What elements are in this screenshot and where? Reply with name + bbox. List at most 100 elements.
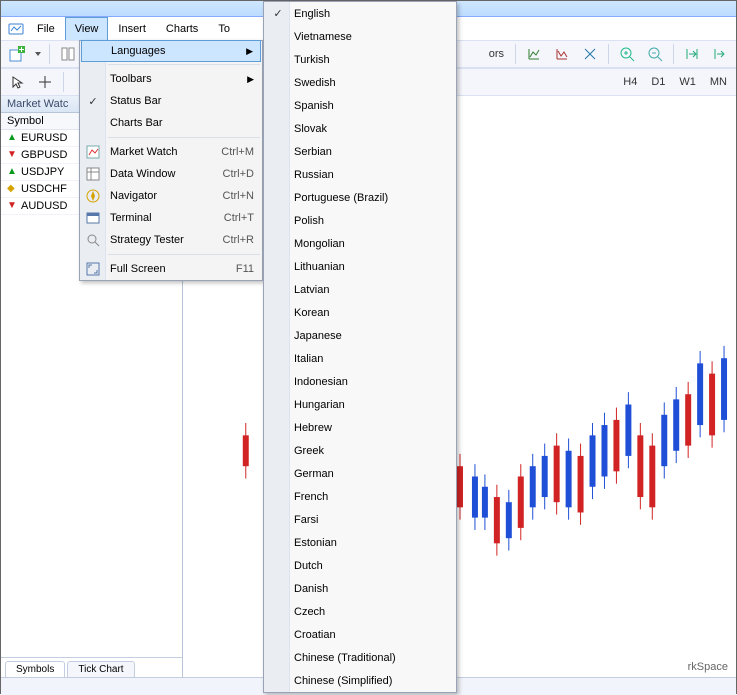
- languages-submenu: English Vietnamese Turkish Swedish Spanish Sl…: [263, 1, 457, 693]
- language-option[interactable]: Spanish: [264, 94, 456, 117]
- shift-end-button[interactable]: [680, 43, 704, 65]
- language-label: Spanish: [294, 100, 334, 112]
- menu-item-strategy-tester[interactable]: Strategy Tester Ctrl+R: [80, 229, 262, 251]
- language-label: Vietnamese: [294, 31, 352, 43]
- menu-item-label: Status Bar: [110, 95, 161, 107]
- zoom-out-button[interactable]: [643, 43, 667, 65]
- tab-symbols[interactable]: Symbols: [5, 661, 65, 677]
- language-option[interactable]: Polish: [264, 209, 456, 232]
- language-option[interactable]: Estonian: [264, 531, 456, 554]
- menu-shortcut: Ctrl+D: [223, 168, 254, 180]
- language-label: Portuguese (Brazil): [294, 192, 388, 204]
- new-chart-dropdown[interactable]: [33, 43, 43, 65]
- language-option[interactable]: Hungarian: [264, 393, 456, 416]
- arrow-down-icon: ▼: [7, 201, 17, 211]
- timeframe-d1[interactable]: D1: [646, 76, 670, 88]
- symbol-label: USDCHF: [21, 183, 67, 195]
- language-option[interactable]: Russian: [264, 163, 456, 186]
- language-option[interactable]: German: [264, 462, 456, 485]
- submenu-arrow-icon: ▶: [246, 46, 253, 57]
- menu-item-toolbars[interactable]: Toolbars ▶: [80, 68, 262, 90]
- full-screen-icon: [85, 261, 101, 277]
- symbol-label: GBPUSD: [21, 149, 67, 161]
- timeframe-w1[interactable]: W1: [674, 76, 701, 88]
- language-option[interactable]: Vietnamese: [264, 25, 456, 48]
- new-chart-button[interactable]: [5, 43, 29, 65]
- menu-charts[interactable]: Charts: [156, 17, 208, 40]
- toolbar-ors-label: ors: [484, 48, 509, 60]
- timeframe-mn[interactable]: MN: [705, 76, 732, 88]
- language-option[interactable]: Serbian: [264, 140, 456, 163]
- language-option[interactable]: Lithuanian: [264, 255, 456, 278]
- language-label: Korean: [294, 307, 329, 319]
- language-option[interactable]: Portuguese (Brazil): [264, 186, 456, 209]
- menu-item-charts-bar[interactable]: Charts Bar: [80, 112, 262, 134]
- menu-item-full-screen[interactable]: Full Screen F11: [80, 258, 262, 280]
- menu-item-label: Strategy Tester: [110, 234, 184, 246]
- zoom-in-button[interactable]: [615, 43, 639, 65]
- language-option[interactable]: Czech: [264, 600, 456, 623]
- workspace-label: rkSpace: [688, 661, 728, 673]
- language-option[interactable]: Farsi: [264, 508, 456, 531]
- menu-item-terminal[interactable]: Terminal Ctrl+T: [80, 207, 262, 229]
- menu-view[interactable]: View: [65, 17, 109, 40]
- menu-shortcut: Ctrl+R: [223, 234, 254, 246]
- menu-item-data-window[interactable]: Data Window Ctrl+D: [80, 163, 262, 185]
- language-option[interactable]: Chinese (Simplified): [264, 669, 456, 692]
- menu-item-market-watch[interactable]: Market Watch Ctrl+M: [80, 141, 262, 163]
- language-option[interactable]: Croatian: [264, 623, 456, 646]
- language-option[interactable]: Italian: [264, 347, 456, 370]
- language-option[interactable]: Danish: [264, 577, 456, 600]
- toolbar-separator: [49, 44, 50, 64]
- language-option[interactable]: Indonesian: [264, 370, 456, 393]
- language-label: Lithuanian: [294, 261, 345, 273]
- language-option[interactable]: Mongolian: [264, 232, 456, 255]
- toolbar-separator: [63, 72, 64, 92]
- menu-shortcut: Ctrl+T: [224, 212, 254, 224]
- language-option[interactable]: English: [264, 2, 456, 25]
- auto-scroll-button[interactable]: [708, 43, 732, 65]
- indicator-button-3[interactable]: [578, 43, 602, 65]
- language-option[interactable]: Hebrew: [264, 416, 456, 439]
- language-option[interactable]: Korean: [264, 301, 456, 324]
- menu-item-label: Terminal: [110, 212, 152, 224]
- language-option[interactable]: Japanese: [264, 324, 456, 347]
- check-icon: [85, 93, 101, 109]
- indicator-button-2[interactable]: [550, 43, 574, 65]
- menu-item-label: Market Watch: [110, 146, 177, 158]
- language-option[interactable]: French: [264, 485, 456, 508]
- crosshair-button[interactable]: [33, 71, 57, 93]
- strategy-tester-icon: [85, 232, 101, 248]
- cursor-button[interactable]: [5, 71, 29, 93]
- profiles-button[interactable]: [56, 43, 80, 65]
- language-label: Danish: [294, 583, 328, 595]
- menu-tools[interactable]: To: [208, 17, 240, 40]
- language-option[interactable]: Chinese (Traditional): [264, 646, 456, 669]
- menu-item-languages[interactable]: Languages ▶: [81, 40, 261, 62]
- timeframe-h4[interactable]: H4: [618, 76, 642, 88]
- menu-insert[interactable]: Insert: [108, 17, 156, 40]
- menu-item-label: Data Window: [110, 168, 175, 180]
- menu-item-label: Full Screen: [110, 263, 166, 275]
- language-option[interactable]: Swedish: [264, 71, 456, 94]
- tab-tick-chart[interactable]: Tick Chart: [67, 661, 134, 677]
- indicator-button-1[interactable]: [522, 43, 546, 65]
- menu-item-status-bar[interactable]: Status Bar: [80, 90, 262, 112]
- app-icon: [5, 17, 27, 40]
- language-label: French: [294, 491, 328, 503]
- menu-item-navigator[interactable]: Navigator Ctrl+N: [80, 185, 262, 207]
- submenu-arrow-icon: ▶: [247, 74, 254, 85]
- language-label: Swedish: [294, 77, 336, 89]
- menu-shortcut: Ctrl+N: [223, 190, 254, 202]
- language-option[interactable]: Greek: [264, 439, 456, 462]
- menu-item-label: Navigator: [110, 190, 157, 202]
- language-option[interactable]: Latvian: [264, 278, 456, 301]
- language-option[interactable]: Turkish: [264, 48, 456, 71]
- language-option[interactable]: Slovak: [264, 117, 456, 140]
- check-icon: [270, 6, 286, 22]
- language-option[interactable]: Dutch: [264, 554, 456, 577]
- arrow-up-icon: ▲: [7, 167, 17, 177]
- menu-file[interactable]: File: [27, 17, 65, 40]
- menu-separator: [108, 64, 260, 65]
- language-label: Slovak: [294, 123, 327, 135]
